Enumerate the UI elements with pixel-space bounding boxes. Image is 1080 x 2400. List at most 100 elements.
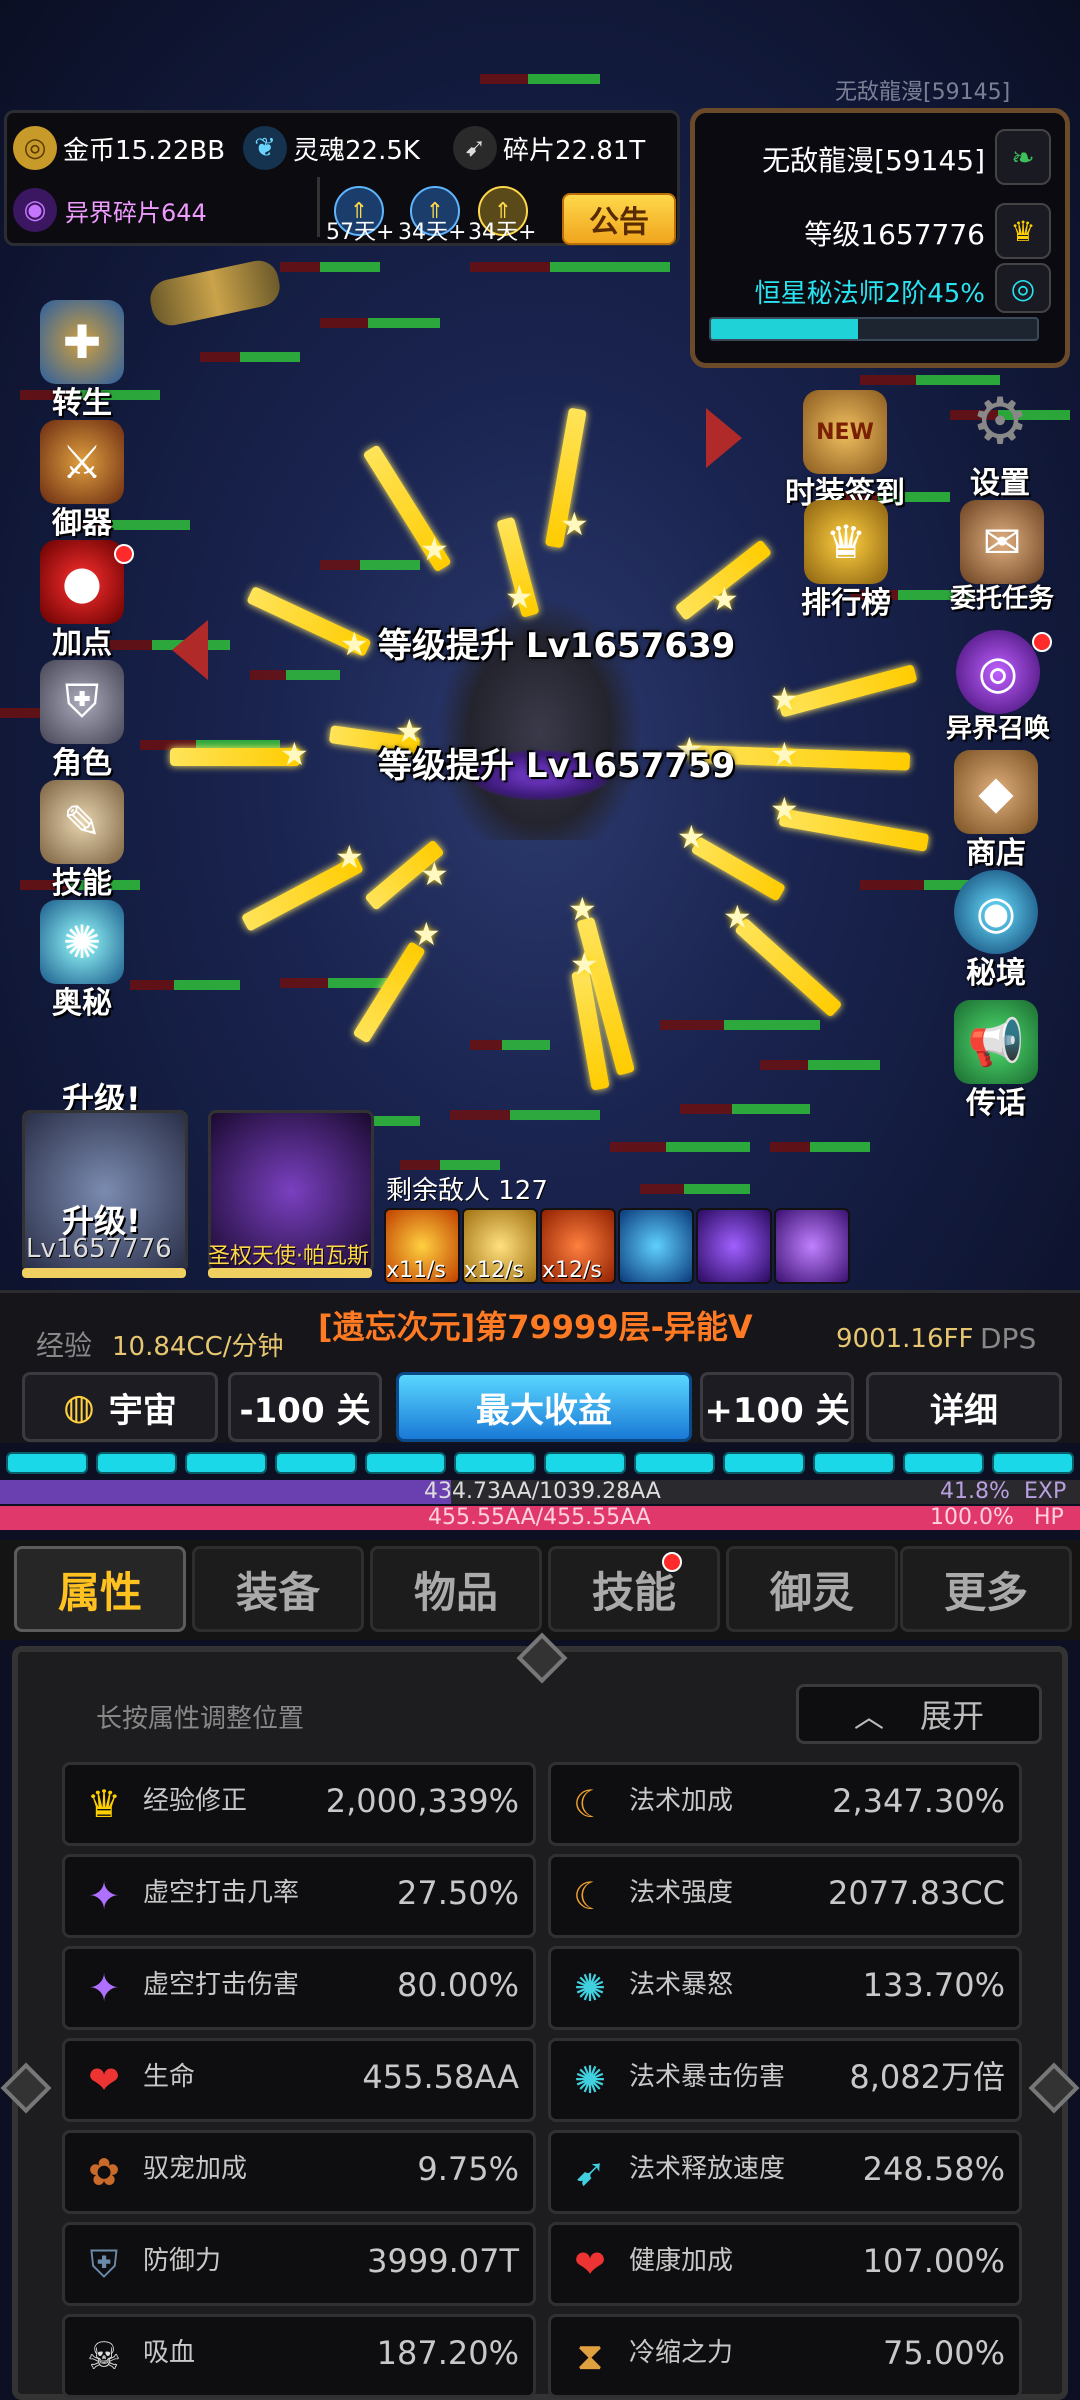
skill-star-icon[interactable]: [774, 1208, 850, 1284]
attribute-value: 133.70%: [862, 1966, 1005, 2004]
summon-portal-icon: ◎: [956, 630, 1040, 714]
attribute-card[interactable]: ✺ 法术暴怒 133.70%: [548, 1946, 1022, 2030]
watermark: 无敌龍漫[59145]: [835, 80, 1011, 105]
tab-attributes[interactable]: 属性: [14, 1546, 186, 1632]
announcement-button[interactable]: 公告: [562, 193, 676, 245]
scroll-icon: ✎: [40, 780, 124, 864]
attribute-name: 法术强度: [629, 1878, 734, 1908]
attribute-value: 107.00%: [862, 2242, 1005, 2280]
menu-rebirth[interactable]: ✚ 转生: [22, 300, 142, 422]
menu-commission[interactable]: ✉ 委托任务: [932, 500, 1072, 615]
attribute-name: 驭宠加成: [143, 2154, 248, 2184]
attribute-card[interactable]: ☾ 法术加成 2,347.30%: [548, 1762, 1022, 1846]
hp-bar: 455.55AA/455.55AA 100.0% HP: [0, 1506, 1080, 1530]
attribute-card[interactable]: ⧗ 冷缩之力 75.00%: [548, 2314, 1022, 2398]
gold-coin-icon: ◎: [13, 126, 57, 170]
attribute-value: 75.00%: [882, 2334, 1005, 2372]
rank-progress-bar: [709, 317, 1039, 341]
levelup-text-1: 等级提升 Lv1657639: [378, 626, 736, 666]
tab-items[interactable]: 物品: [370, 1546, 542, 1632]
minus-100-stage-button[interactable]: -100 关: [228, 1372, 382, 1442]
attribute-value: 9.75%: [417, 2150, 519, 2188]
hp-percent: 100.0%: [930, 1505, 1014, 1530]
attribute-card[interactable]: ❤ 健康加成 107.00%: [548, 2222, 1022, 2306]
attribute-value: 3999.07T: [367, 2242, 519, 2280]
menu-secret-realm[interactable]: ◉ 秘境: [936, 870, 1056, 992]
max-profit-button[interactable]: 最大收益: [396, 1372, 692, 1442]
attribute-value: 27.50%: [396, 1874, 519, 1912]
trophy-icon: ♛: [804, 500, 888, 584]
attribute-card[interactable]: ✦ 虚空打击伤害 80.00%: [62, 1946, 536, 2030]
exp-rate: 10.84CC/分钟: [112, 1332, 284, 1362]
blood-drop-icon: ●: [40, 540, 124, 624]
menu-otherworld-summon[interactable]: ◎ 异界召唤: [928, 630, 1068, 745]
details-button[interactable]: 详细: [866, 1372, 1062, 1442]
attribute-value: 187.20%: [376, 2334, 519, 2372]
weapon-drop-icon[interactable]: [146, 256, 284, 330]
player-name: 无敌龍漫[59145]: [762, 144, 985, 177]
tab-more[interactable]: 更多: [900, 1546, 1072, 1632]
arrow-left-icon[interactable]: [172, 620, 208, 680]
cast-speed-icon: ➹: [574, 2150, 606, 2194]
otherworld-fragment-icon: ◉: [13, 188, 57, 232]
attribute-card[interactable]: ✺ 法术暴击伤害 8,082万倍: [548, 2038, 1022, 2122]
player-card[interactable]: 无敌龍漫[59145] ❧ 等级1657776 ♛ 恒星秘法师2阶45% ◎: [690, 108, 1070, 368]
attribute-card[interactable]: ❤ 生命 455.58AA: [62, 2038, 536, 2122]
attribute-hint: 长按属性调整位置: [96, 1704, 305, 1734]
menu-shop[interactable]: ◆ 商店: [936, 750, 1056, 872]
plus-100-stage-button[interactable]: +100 关: [700, 1372, 854, 1442]
arrow-right-icon[interactable]: [706, 408, 742, 468]
exp-bar: 434.73AA/1039.28AA 41.8% EXP: [0, 1480, 1080, 1504]
menu-skills[interactable]: ✎ 技能: [22, 780, 142, 902]
class-emblem-icon[interactable]: ❧: [995, 129, 1051, 185]
menu-fashion-checkin[interactable]: NEW 时装签到: [780, 390, 910, 512]
attribute-name: 法术暴怒: [629, 1970, 734, 2000]
wave-progress: [0, 1452, 1080, 1474]
skill-void-icon[interactable]: [696, 1208, 772, 1284]
tab-equipment[interactable]: 装备: [192, 1546, 364, 1632]
void-damage-icon: ✦: [88, 1966, 120, 2010]
attribute-name: 冷缩之力: [629, 2338, 734, 2368]
attribute-name: 生命: [143, 2062, 196, 2092]
menu-broadcast[interactable]: 📢 传话: [936, 1000, 1056, 1122]
gold-amount: 金币15.22BB: [63, 135, 226, 166]
menu-artifact[interactable]: ⚔ 御器: [22, 420, 142, 542]
spell-boost-icon: ☾: [572, 1782, 608, 1826]
tab-spirits[interactable]: 御灵: [726, 1546, 898, 1632]
menu-settings[interactable]: ⚙ 设置: [940, 380, 1060, 502]
skill-rate-1: x11/s: [386, 1258, 446, 1283]
universe-button[interactable]: ◍ 宇宙: [22, 1372, 218, 1442]
stage-title[interactable]: [遗忘次元]第79999层-异能V: [318, 1302, 753, 1348]
attribute-card[interactable]: ✦ 虚空打击几率 27.50%: [62, 1854, 536, 1938]
attribute-value: 8,082万倍: [849, 2058, 1005, 2096]
menu-add-points[interactable]: ● 加点: [22, 540, 142, 662]
health-boost-icon: ❤: [574, 2242, 606, 2286]
attribute-card[interactable]: ☠ 吸血 187.20%: [62, 2314, 536, 2398]
menu-leaderboard[interactable]: ♛ 排行榜: [786, 500, 906, 622]
attribute-card[interactable]: ♛ 经验修正 2,000,339%: [62, 1762, 536, 1846]
tab-skills[interactable]: 技能: [548, 1546, 720, 1632]
attribute-value: 455.58AA: [362, 2058, 519, 2096]
attribute-card[interactable]: ✿ 驭宠加成 9.75%: [62, 2130, 536, 2214]
dps-value: 9001.16FF: [836, 1324, 974, 1354]
attribute-card[interactable]: ☾ 法术强度 2077.83CC: [548, 1854, 1022, 1938]
menu-arcana[interactable]: ✺ 奥秘: [22, 900, 142, 1022]
skill-rate-3: x12/s: [542, 1258, 602, 1283]
fragment-icon: ➹: [453, 126, 497, 170]
planet-icon: ◍: [63, 1386, 95, 1428]
paw-icon: ✿: [88, 2150, 120, 2194]
soul-amount: 灵魂22.5K: [293, 135, 420, 166]
expand-button[interactable]: ︿ 展开: [796, 1684, 1042, 1744]
spell-fury-icon: ✺: [574, 1966, 606, 2010]
void-strike-icon: ✦: [88, 1874, 120, 1918]
crown-icon: ♛: [86, 1782, 122, 1826]
skill-water-icon[interactable]: [618, 1208, 694, 1284]
menu-character[interactable]: ⛨ 角色: [22, 660, 142, 782]
skill-rate-2: x12/s: [464, 1258, 524, 1283]
player-level: 等级1657776: [804, 218, 985, 251]
attribute-card[interactable]: ⛨ 防御力 3999.07T: [62, 2222, 536, 2306]
attribute-name: 健康加成: [629, 2246, 734, 2276]
artifact-icon: ⚔: [40, 420, 124, 504]
attribute-name: 防御力: [143, 2246, 222, 2276]
attribute-card[interactable]: ➹ 法术释放速度 248.58%: [548, 2130, 1022, 2214]
